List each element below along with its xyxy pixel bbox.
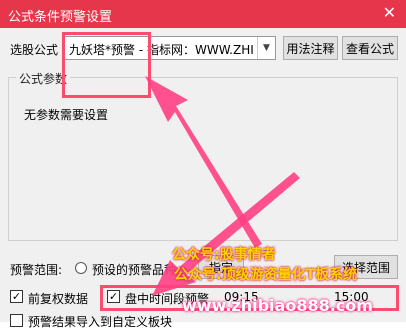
watermark-url: www.zhibiao888.com [182, 296, 373, 315]
watermark-line-2: 公众号:顶级游资量化T板系统 [174, 267, 358, 283]
watermark-line-1: 公众号:股事情者 [172, 247, 276, 263]
